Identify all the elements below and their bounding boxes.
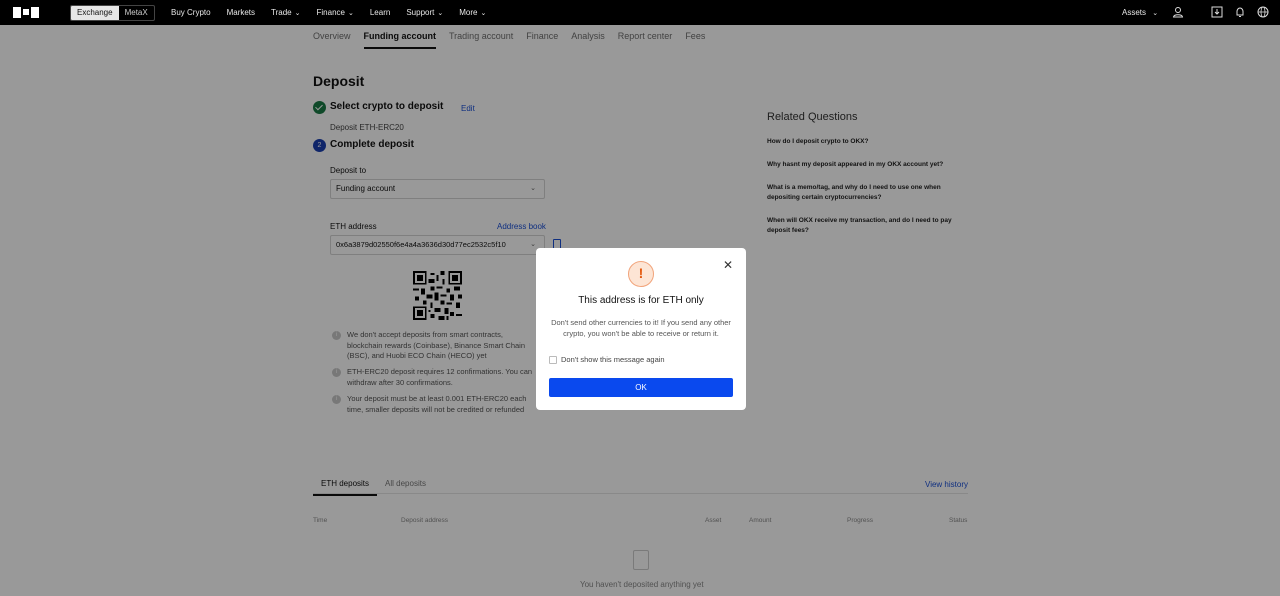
chevron-down-icon: ⌄ xyxy=(294,10,301,17)
dont-show-label[interactable]: Don't show this message again xyxy=(561,355,665,364)
nav-trade[interactable]: Trade ⌄ xyxy=(271,8,300,17)
metax-toggle[interactable]: MetaX xyxy=(119,6,154,20)
warning-icon: ! xyxy=(628,261,654,287)
download-icon[interactable] xyxy=(1211,6,1223,18)
nav-buy-crypto[interactable]: Buy Crypto xyxy=(171,8,211,17)
nav-learn[interactable]: Learn xyxy=(370,8,390,17)
chevron-down-icon: ⌄ xyxy=(437,10,444,17)
chevron-down-icon: ⌄ xyxy=(347,10,354,17)
exchange-toggle[interactable]: Exchange xyxy=(71,6,119,20)
assets-menu[interactable]: Assets ⌄ xyxy=(1122,8,1158,17)
nav-support[interactable]: Support ⌄ xyxy=(406,8,443,17)
okx-logo[interactable] xyxy=(13,7,39,18)
nav-more[interactable]: More ⌄ xyxy=(459,8,486,17)
top-nav-bar: Exchange MetaX Buy Crypto Markets Trade ⌄… xyxy=(0,0,1280,25)
chevron-down-icon: ⌄ xyxy=(1152,10,1159,17)
dont-show-checkbox[interactable] xyxy=(549,356,557,364)
exchange-metax-switch: Exchange MetaX xyxy=(70,5,155,21)
nav-finance[interactable]: Finance ⌄ xyxy=(317,8,354,17)
modal-body: Don't send other currencies to it! If yo… xyxy=(551,318,731,338)
modal-title: This address is for ETH only xyxy=(578,295,704,306)
globe-icon[interactable] xyxy=(1257,6,1269,18)
user-icon[interactable] xyxy=(1172,6,1184,18)
chevron-down-icon: ⌄ xyxy=(480,10,487,17)
bell-icon[interactable] xyxy=(1234,6,1246,18)
nav-markets[interactable]: Markets xyxy=(227,8,255,17)
close-icon[interactable]: ✕ xyxy=(721,258,735,272)
main-nav: Buy Crypto Markets Trade ⌄ Finance ⌄ Learn… xyxy=(171,0,486,25)
ok-button[interactable]: OK xyxy=(549,378,733,397)
